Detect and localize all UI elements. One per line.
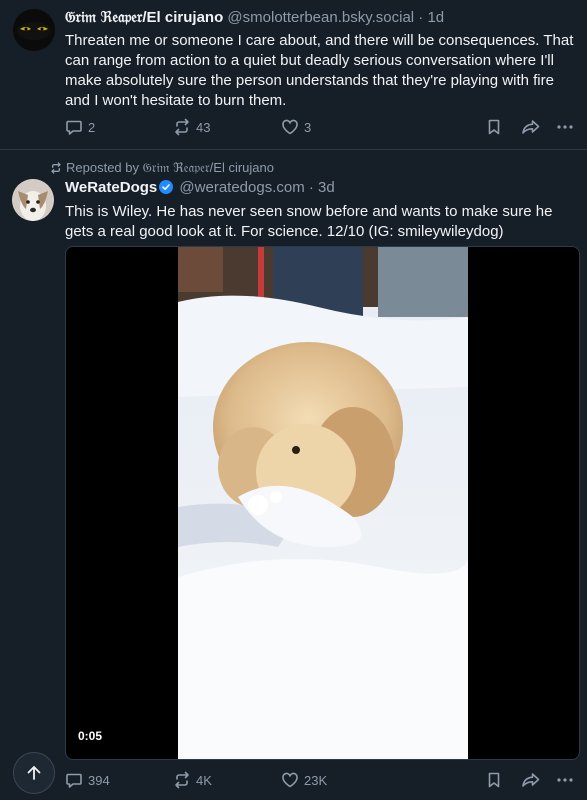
reply-button[interactable]: 2 xyxy=(65,118,95,136)
like-icon xyxy=(282,119,298,135)
post-header: 𝔊𝔯𝔦𝔪 ℜ𝔢𝔞𝔭𝔢𝔯/El cirujano @smolotterbean.b… xyxy=(65,9,444,27)
reply-icon xyxy=(66,120,82,135)
repost-icon xyxy=(51,162,61,174)
like-count: 23K xyxy=(304,772,328,788)
bookmark-button[interactable] xyxy=(485,118,503,136)
bookmark-icon xyxy=(488,119,500,135)
reposted-by-label: Reposted by 𝔊𝔯𝔦𝔪 ℜ𝔢𝔞𝔭𝔢𝔯/El cirujano xyxy=(66,160,274,175)
scroll-to-top-button[interactable] xyxy=(13,752,55,794)
share-button[interactable] xyxy=(521,118,541,136)
like-button[interactable]: 3 xyxy=(281,118,311,136)
avatar-weratedogs[interactable] xyxy=(12,179,54,221)
reply-count: 394 xyxy=(88,772,110,788)
share-icon xyxy=(522,120,540,134)
share-button[interactable] xyxy=(521,771,541,789)
display-name[interactable]: WeRateDogs xyxy=(65,179,157,196)
repost-count: 43 xyxy=(196,119,211,135)
verified-badge-icon xyxy=(159,180,174,194)
like-icon xyxy=(282,772,298,788)
like-button[interactable]: 23K xyxy=(281,771,327,789)
handle[interactable]: @weratedogs.com xyxy=(179,179,304,196)
separator: · xyxy=(418,9,424,26)
bookmark-icon xyxy=(488,772,500,788)
avatar-smolotterbean[interactable] xyxy=(13,9,55,51)
video-frame xyxy=(178,247,468,759)
more-icon xyxy=(557,125,573,129)
video-duration: 0:05 xyxy=(78,729,103,743)
timestamp[interactable]: 1d xyxy=(427,9,444,26)
more-icon xyxy=(557,778,573,782)
repost-count: 4K xyxy=(196,772,212,788)
repost-button[interactable]: 4K xyxy=(173,771,212,789)
repost-icon xyxy=(175,771,189,789)
post-weratedogs[interactable]: Reposted by 𝔊𝔯𝔦𝔪 ℜ𝔢𝔞𝔭𝔢𝔯/El cirujano WeRa… xyxy=(0,151,587,800)
share-icon xyxy=(522,773,540,787)
reposted-by[interactable]: Reposted by 𝔊𝔯𝔦𝔪 ℜ𝔢𝔞𝔭𝔢𝔯/El cirujano xyxy=(50,160,274,176)
post-text: This is Wiley. He has never seen snow be… xyxy=(65,203,553,240)
more-options-button[interactable] xyxy=(556,771,574,789)
post-actions: 394 4K 23K xyxy=(65,771,580,791)
arrow-up-icon xyxy=(27,766,41,780)
reply-icon xyxy=(66,773,82,788)
reply-count: 2 xyxy=(88,119,96,135)
timestamp[interactable]: 3d xyxy=(318,179,335,196)
like-count: 3 xyxy=(304,119,312,135)
display-name[interactable]: 𝔊𝔯𝔦𝔪 ℜ𝔢𝔞𝔭𝔢𝔯/El cirujano xyxy=(65,9,223,26)
post-smolotterbean[interactable]: 𝔊𝔯𝔦𝔪 ℜ𝔢𝔞𝔭𝔢𝔯/El cirujano @smolotterbean.b… xyxy=(0,0,587,150)
repost-button[interactable]: 43 xyxy=(173,118,210,136)
post-actions: 2 43 3 xyxy=(65,118,580,138)
post-header: WeRateDogs @weratedogs.com · 3d xyxy=(65,179,335,197)
handle[interactable]: @smolotterbean.bsky.social xyxy=(227,9,414,26)
repost-icon xyxy=(175,118,189,136)
separator: · xyxy=(308,179,314,196)
reply-button[interactable]: 394 xyxy=(65,771,110,789)
more-options-button[interactable] xyxy=(556,118,574,136)
bookmark-button[interactable] xyxy=(485,771,503,789)
video-player[interactable]: 0:05 xyxy=(65,246,580,760)
post-text: Threaten me or someone I care about, and… xyxy=(65,32,574,109)
